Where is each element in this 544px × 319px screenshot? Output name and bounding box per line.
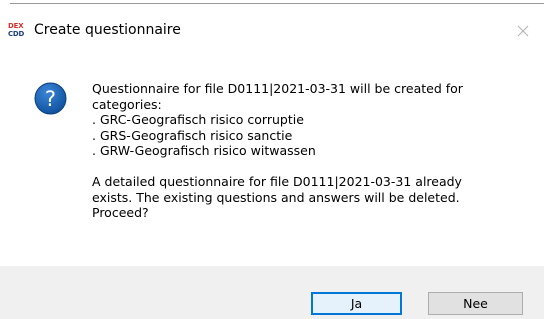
category-item: . GRW-Geografisch risico witwassen — [92, 143, 316, 158]
message-line: Questionnaire for file D0111|2021-03-31 … — [92, 81, 463, 96]
dialog-window: DEX CDD Create questionnaire ? Questionn… — [0, 0, 544, 319]
detail-line: A detailed questionnaire for file D0111|… — [92, 174, 462, 189]
title-bar[interactable]: DEX CDD Create questionnaire — [0, 10, 544, 52]
detail-line: Proceed? — [92, 205, 149, 220]
message-line: categories: — [92, 96, 162, 112]
top-edge-line — [10, 3, 544, 4]
logo-line-1: DEX — [8, 22, 24, 30]
message-text: Questionnaire for file D0111|2021-03-31 … — [92, 81, 532, 221]
logo-line-2: CDD — [8, 30, 25, 38]
svg-text:?: ? — [45, 87, 56, 111]
window-title: Create questionnaire — [34, 22, 181, 38]
dex-cdd-logo-icon: DEX CDD — [8, 23, 26, 39]
dialog-content: ? Questionnaire for file D0111|2021-03-3… — [0, 52, 544, 266]
window-top-edge — [0, 0, 544, 10]
close-button[interactable] — [508, 18, 538, 44]
detail-line: exists. The existing questions and answe… — [92, 189, 460, 205]
close-icon — [517, 25, 529, 37]
category-item: . GRS-Geografisch risico sanctie — [92, 127, 293, 143]
no-button[interactable]: Nee — [428, 292, 523, 315]
yes-button[interactable]: Ja — [311, 292, 402, 315]
button-bar: Ja Nee — [0, 266, 544, 319]
category-item: . GRC-Geografisch risico corruptie — [92, 112, 304, 127]
question-icon: ? — [34, 82, 67, 115]
